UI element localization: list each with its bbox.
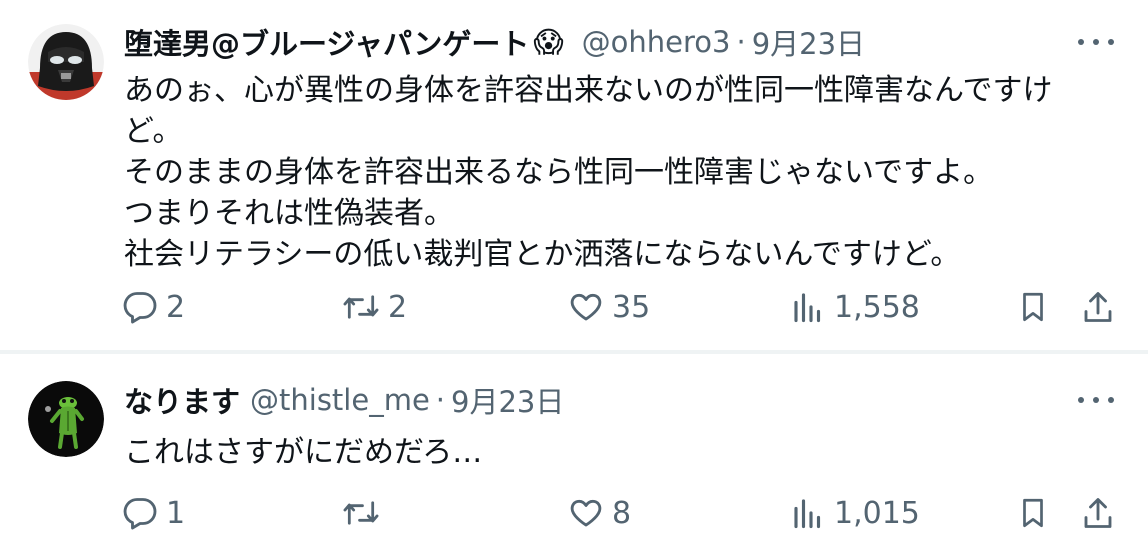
like-button[interactable]: 8 [568, 491, 631, 535]
tweet-text-line: 社会リテラシーの低い裁判官とか洒落にならないんですけど。 [124, 237, 961, 272]
reply-icon [123, 292, 157, 324]
views-button[interactable]: 1,558 [790, 285, 920, 329]
bookmark-icon [1023, 292, 1043, 322]
bookmark-button[interactable] [1016, 285, 1050, 329]
tweet-divider [0, 350, 1148, 354]
retweet-button[interactable]: 2 [342, 285, 407, 329]
like-icon [570, 499, 602, 527]
post-date[interactable]: 9月23日 [451, 379, 564, 421]
like-count: 8 [612, 495, 632, 531]
action-bar: 2 2 35 1,558 [0, 285, 1148, 329]
views-count: 1,015 [834, 495, 920, 531]
tweet-text-line: つまりそれは性偽装者。 [124, 196, 454, 231]
tweet-text: これはさすがにだめだろ… [124, 432, 1124, 473]
post-date[interactable]: 9月23日 [752, 21, 865, 63]
tweet-header: なります @thistle_me · 9月23日 [124, 378, 564, 422]
more-icon[interactable] [1078, 30, 1114, 54]
reply-count: 2 [166, 289, 186, 325]
tweet-text-line: ど。 [124, 114, 183, 149]
scream-emoji: 😱 [533, 25, 564, 59]
like-count: 35 [612, 289, 651, 325]
tweet[interactable]: なります @thistle_me · 9月23日 これはさすがにだめだろ… 1 … [0, 356, 1148, 550]
reply-icon [123, 498, 157, 530]
avatar[interactable] [28, 381, 104, 457]
separator-dot: · [736, 25, 746, 59]
more-icon[interactable] [1078, 388, 1114, 412]
tweet-text-line: そのままの身体を許容出来るなら性同一性障害じゃないですよ。 [124, 155, 994, 190]
retweet-icon [343, 501, 379, 525]
tweet-text: あのぉ、心が異性の身体を許容出来ないのが性同一性障害なんですけ ど。 そのままの… [124, 70, 1124, 275]
share-button[interactable] [1080, 491, 1116, 535]
tweet-text-line: あのぉ、心が異性の身体を許容出来ないのが性同一性障害なんですけ [124, 73, 1053, 108]
views-button[interactable]: 1,015 [790, 491, 920, 535]
like-icon [570, 293, 602, 321]
tweet-text-line: これはさすがにだめだろ… [124, 435, 483, 470]
reply-count: 1 [166, 495, 186, 531]
share-icon [1084, 498, 1112, 528]
avatar[interactable] [28, 24, 104, 100]
like-button[interactable]: 35 [568, 285, 650, 329]
separator-dot: · [435, 383, 446, 417]
user-handle[interactable]: @ohhero3 [582, 25, 731, 59]
bookmark-button[interactable] [1016, 491, 1050, 535]
display-name[interactable]: なります [124, 379, 240, 421]
views-icon [794, 499, 821, 529]
views-count: 1,558 [834, 289, 920, 325]
reply-button[interactable]: 1 [122, 491, 185, 535]
reply-button[interactable]: 2 [122, 285, 185, 329]
share-icon [1084, 292, 1112, 322]
user-handle[interactable]: @thistle_me [250, 383, 430, 417]
retweet-button[interactable] [342, 491, 388, 535]
retweet-icon [343, 295, 379, 319]
display-name[interactable]: 堕達男@ブルージャパンゲート [124, 21, 529, 63]
share-button[interactable] [1080, 285, 1116, 329]
bookmark-icon [1023, 498, 1043, 528]
tweet[interactable]: 堕達男@ブルージャパンゲート 😱 @ohhero3 · 9月23日 あのぉ、心が… [0, 0, 1148, 352]
action-bar: 1 8 1,015 [0, 491, 1148, 535]
views-icon [794, 293, 821, 323]
retweet-count: 2 [388, 289, 408, 325]
tweet-header: 堕達男@ブルージャパンゲート 😱 @ohhero3 · 9月23日 [124, 20, 865, 64]
